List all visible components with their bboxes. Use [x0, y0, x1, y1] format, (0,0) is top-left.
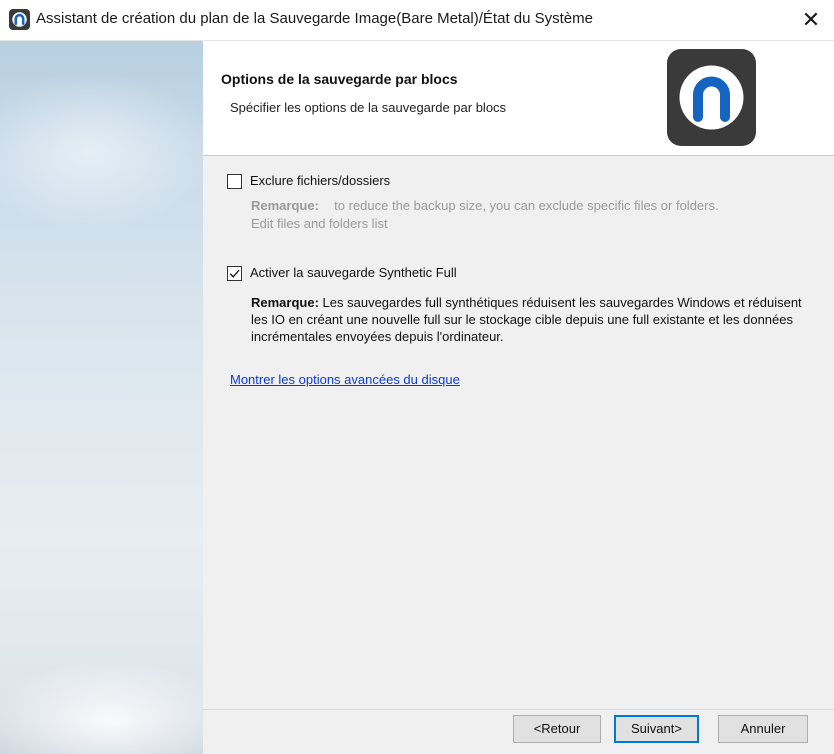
cancel-button[interactable]: Annuler: [718, 715, 808, 743]
window-title: Assistant de création du plan de la Sauv…: [36, 10, 593, 27]
synthetic-full-label[interactable]: Activer la sauvegarde Synthetic Full: [250, 265, 457, 280]
back-button[interactable]: <Retour: [513, 715, 601, 743]
wizard-side-image: [0, 41, 203, 754]
brand-logo-icon: [667, 49, 756, 146]
synthetic-full-checkbox[interactable]: [227, 266, 242, 281]
checkmark-icon: [229, 269, 240, 278]
wizard-window: Assistant de création du plan de la Sauv…: [0, 0, 834, 754]
exclude-files-note: Remarque: to reduce the backup size, you…: [251, 197, 796, 215]
exclude-note-label: Remarque:: [251, 198, 319, 213]
synthetic-note-text: Les sauvegardes full synthétiques réduis…: [251, 295, 802, 344]
page-title: Options de la sauvegarde par blocs: [221, 71, 458, 87]
synthetic-note-label: Remarque:: [251, 295, 319, 310]
synthetic-full-note: Remarque: Les sauvegardes full synthétiq…: [251, 294, 811, 345]
close-icon[interactable]: ✕: [796, 6, 826, 34]
edit-files-link: Edit files and folders list: [251, 216, 388, 231]
advanced-disk-options-link[interactable]: Montrer les options avancées du disque: [230, 372, 460, 387]
exclude-note-text: to reduce the backup size, you can exclu…: [334, 198, 719, 213]
page-subtitle: Spécifier les options de la sauvegarde p…: [230, 100, 507, 115]
storage-app-icon: [9, 9, 30, 30]
options-panel: [203, 156, 834, 709]
title-bar: Assistant de création du plan de la Sauv…: [0, 0, 834, 41]
next-button[interactable]: Suivant>: [614, 715, 699, 743]
exclude-files-checkbox[interactable]: [227, 174, 242, 189]
exclude-files-label[interactable]: Exclure fichiers/dossiers: [250, 173, 390, 188]
